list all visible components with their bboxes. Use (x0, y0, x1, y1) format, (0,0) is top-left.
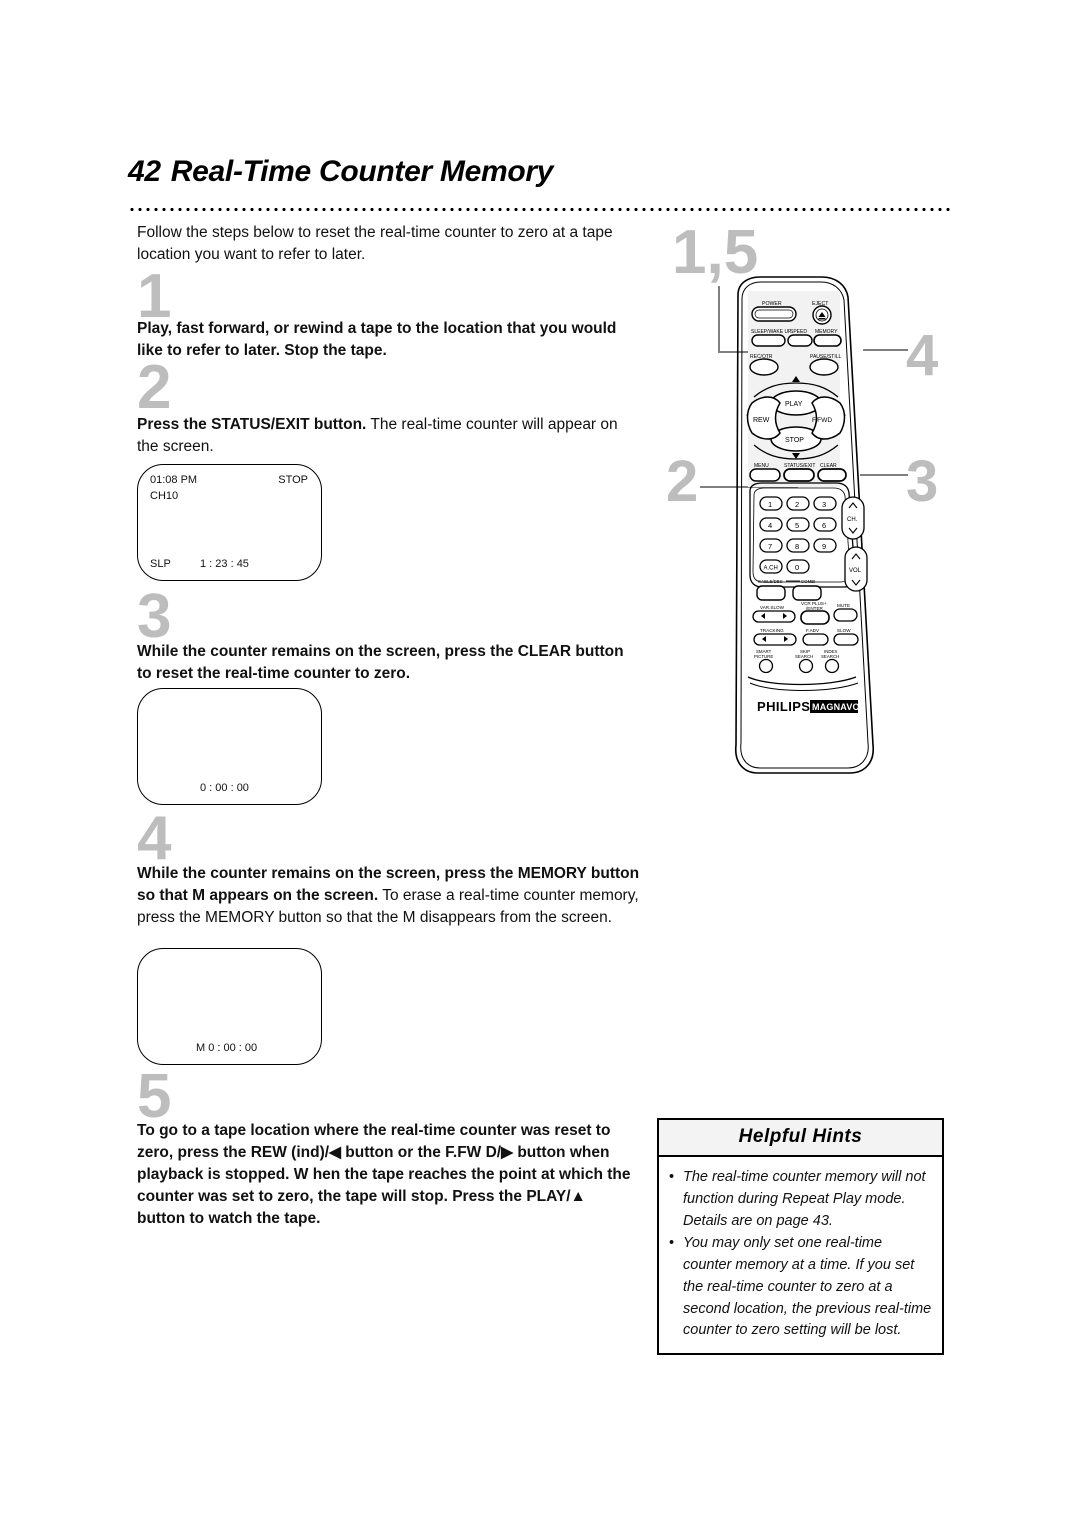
remote-button-mute (833, 608, 858, 622)
page-title: 42 Real-Time Counter Memory (128, 155, 958, 189)
svg-text:1: 1 (768, 500, 772, 509)
helpful-hints-body: • The real-time counter memory will not … (659, 1157, 942, 1353)
remote-label-status-exit: STATUS/EXIT (784, 463, 815, 469)
step-number-1: 1 (137, 262, 172, 331)
remote-label-menu: MENU (754, 463, 769, 469)
hint-item: • The real-time counter memory will not … (669, 1167, 934, 1232)
hint-item: • You may only set one real-time counter… (669, 1233, 934, 1342)
remote-button-vcr-plus-enter (800, 610, 830, 625)
remote-button-smart-picture (758, 658, 774, 674)
hint-text: You may only set one real-time counter m… (683, 1235, 932, 1339)
svg-text:7: 7 (768, 542, 772, 551)
step-text-2: Press the STATUS/EXIT button. The real-t… (137, 414, 642, 458)
step-number-5: 5 (137, 1062, 172, 1131)
remote-button-status-exit (783, 468, 815, 482)
remote-sub-brand: MAGNAVOX (812, 702, 866, 712)
remote-button-menu (749, 468, 781, 482)
intro-paragraph: Follow the steps below to reset the real… (137, 224, 613, 264)
remote-button-f-adv (802, 633, 829, 646)
remote-label-skip-search: SEARCH (795, 654, 813, 659)
remote-button-slow (833, 633, 859, 646)
remote-button-skip-search (798, 658, 814, 674)
remote-button-cable-dbs (756, 585, 786, 601)
remote-label-stop: STOP (785, 437, 804, 444)
remote-label-index-search: SEARCH (821, 654, 839, 659)
remote-label-power: POWER (762, 301, 782, 307)
screen-counter: 0 : 00 : 00 (200, 782, 249, 794)
step-1-bold: Play, fast forward, or rewind a tape to … (137, 320, 617, 359)
screen-speed: SLP (150, 558, 171, 570)
remote-label-picture: PICTURE (754, 654, 773, 659)
remote-label-memory: MEMORY (815, 329, 838, 335)
svg-text:9: 9 (822, 542, 826, 551)
remote-label-ch: CH. (847, 517, 858, 523)
screen-status: 01:08 PM STOP CH10 SLP 1 : 23 : 45 (137, 464, 322, 581)
screen-channel: CH10 (150, 490, 179, 502)
remote-label-combi: COMBI (801, 579, 815, 584)
remote-label-rew: REW (753, 417, 770, 424)
step-text-5: To go to a tape location where the real-… (137, 1120, 637, 1230)
svg-text:5: 5 (795, 521, 799, 530)
svg-text:2: 2 (795, 500, 799, 509)
remote-label-play: PLAY (785, 401, 803, 408)
remote-label-sleep-wake: SLEEP/WAKE UP (751, 329, 792, 335)
step-text-4: While the counter remains on the screen,… (137, 863, 642, 929)
page-number: 42 (128, 155, 161, 188)
screen-mode: STOP (278, 474, 308, 486)
screen-time: 01:08 PM (150, 474, 198, 486)
remote-label-ffwd: F.FWD (812, 417, 832, 424)
svg-text:8: 8 (795, 542, 799, 551)
remote-button-pause-still (809, 358, 839, 376)
svg-text:3: 3 (822, 500, 826, 509)
page-title-text: Real-Time Counter Memory (170, 155, 554, 188)
remote-button-sleep-wake (751, 334, 786, 347)
screen-counter: M 0 : 00 : 00 (196, 1042, 258, 1054)
svg-text:0: 0 (795, 563, 799, 572)
svg-text:A.CH: A.CH (764, 566, 778, 572)
remote-label-tracking: TRACKING (760, 628, 784, 633)
remote-button-clear (817, 468, 847, 482)
step-number-3: 3 (137, 582, 172, 651)
helpful-hints-title: Helpful Hints (738, 1126, 863, 1147)
remote-control-diagram: POWER EJECT SLEEP/WAKE UP SPEED MEMORY R… (700, 275, 930, 785)
screen-memory: M 0 : 00 : 00 (137, 948, 322, 1065)
bullet-icon: • (669, 1169, 675, 1185)
svg-text:6: 6 (822, 521, 826, 530)
remote-button-speed (787, 334, 813, 347)
helpful-hints-header: Helpful Hints (659, 1120, 942, 1157)
screen-counter: 1 : 23 : 45 (200, 558, 249, 570)
remote-label-var-slow: VAR.SLOW (760, 605, 785, 610)
remote-button-rec-otr (749, 358, 779, 376)
remote-label-speed: SPEED (790, 329, 807, 335)
remote-label-cable-dbs: CABLE/DBS (758, 579, 783, 584)
hint-text: The real-time counter memory will not fu… (683, 1169, 926, 1229)
step-2-bold: Press the STATUS/EXIT button. (137, 416, 367, 433)
remote-button-var-slow (752, 610, 796, 623)
helpful-hints-box: Helpful Hints • The real-time counter me… (657, 1118, 944, 1355)
step-number-4: 4 (137, 804, 172, 873)
step-number-2: 2 (137, 353, 172, 422)
remote-brand: PHILIPS (757, 699, 810, 714)
callout-2: 2 (666, 449, 699, 514)
remote-label-clear: CLEAR (820, 463, 837, 469)
remote-button-index-search (824, 658, 840, 674)
remote-keypad: 1 2 3 4 5 6 7 8 9 A.CH 0 (759, 496, 837, 574)
svg-text:4: 4 (768, 521, 772, 530)
dotted-divider (128, 207, 950, 212)
bullet-icon: • (669, 1235, 675, 1252)
remote-label-f-adv: F.ADV (806, 628, 820, 633)
remote-label-mute: MUTE (837, 603, 850, 608)
remote-button-tracking (753, 633, 797, 646)
step-5-bold: To go to a tape location where the real-… (137, 1122, 631, 1227)
remote-label-slow: SLOW (837, 628, 851, 633)
step-3-bold: While the counter remains on the screen,… (137, 643, 624, 682)
step-text-1: Play, fast forward, or rewind a tape to … (137, 318, 642, 362)
manual-page: 42 Real-Time Counter Memory Follow the st… (0, 0, 1080, 1528)
step-text-3: While the counter remains on the screen,… (137, 641, 642, 685)
remote-button-combi (792, 585, 822, 601)
remote-button-memory (813, 334, 842, 347)
screen-cleared: 0 : 00 : 00 (137, 688, 322, 805)
remote-label-vol: VOL (849, 568, 862, 574)
